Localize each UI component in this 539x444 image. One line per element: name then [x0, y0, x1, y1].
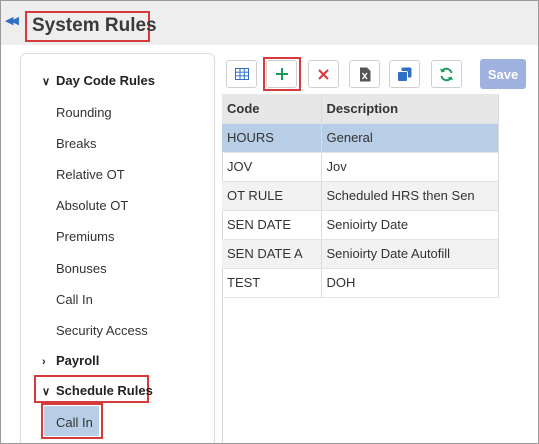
rules-table: Code Description HOURS General JOV Jov O… [222, 94, 499, 298]
excel-icon [359, 67, 370, 81]
sidebar-group-label: Payroll [56, 353, 100, 368]
sidebar-item-call-in[interactable]: Call In [56, 292, 93, 307]
export-excel-button[interactable] [349, 60, 380, 88]
cell-code: JOV [222, 152, 322, 182]
column-header-code[interactable]: Code [222, 94, 322, 124]
app-window: ◀◀ System Rules ∨ Day Code Rules Rounding… [0, 0, 539, 444]
chevron-down-icon: ∨ [42, 386, 51, 398]
cell-description: Senioirty Date Autofill [321, 239, 499, 269]
cell-description: Scheduled HRS then Sen [321, 181, 499, 211]
sidebar-item-rounding[interactable]: Rounding [56, 105, 112, 120]
add-button-highlight-box [263, 57, 301, 91]
table-row[interactable]: SEN DATE A Senioirty Date Autofill [222, 239, 499, 269]
save-button[interactable]: Save [480, 59, 526, 89]
sidebar-item-bonuses[interactable]: Bonuses [56, 261, 107, 276]
delete-button[interactable] [308, 60, 339, 88]
table-row[interactable]: HOURS General [222, 123, 499, 153]
table-row[interactable]: JOV Jov [222, 152, 499, 182]
cell-description: DOH [321, 268, 499, 298]
cell-description: General [321, 123, 499, 153]
copy-button[interactable] [389, 60, 420, 88]
grid-view-button[interactable] [226, 60, 257, 88]
sidebar-item-premiums[interactable]: Premiums [56, 229, 115, 244]
close-icon [318, 68, 329, 80]
sidebar-item-absolute-ot[interactable]: Absolute OT [56, 198, 128, 213]
cell-description: Jov [321, 152, 499, 182]
cell-code: HOURS [222, 123, 322, 153]
chevron-right-icon: › [42, 356, 46, 368]
collapse-left-icon[interactable]: ◀◀ [5, 15, 19, 27]
refresh-button[interactable] [431, 60, 462, 88]
sidebar-item-schedule-call-in[interactable]: Call In [56, 415, 93, 430]
sidebar-group-label: Day Code Rules [56, 73, 155, 88]
table-row[interactable]: TEST DOH [222, 268, 499, 298]
page-header: ◀◀ System Rules [1, 1, 538, 45]
cell-code: OT RULE [222, 181, 322, 211]
sidebar-group-schedule-rules[interactable]: ∨ Schedule Rules [42, 383, 153, 398]
cell-description: Senioirty Date [321, 210, 499, 240]
copy-icon [397, 67, 412, 82]
grid-icon [234, 68, 249, 80]
table-row[interactable]: SEN DATE Senioirty Date [222, 210, 499, 240]
sidebar-item-relative-ot[interactable]: Relative OT [56, 167, 125, 182]
sidebar-group-label: Schedule Rules [56, 383, 153, 398]
sidebar-group-payroll[interactable]: › Payroll [42, 353, 99, 368]
table-header-row: Code Description [222, 94, 499, 124]
sidebar-item-breaks[interactable]: Breaks [56, 136, 96, 151]
refresh-icon [440, 67, 453, 81]
chevron-down-icon: ∨ [42, 76, 51, 88]
cell-code: SEN DATE [222, 210, 322, 240]
table-row[interactable]: OT RULE Scheduled HRS then Sen [222, 181, 499, 211]
sidebar-group-day-code-rules[interactable]: ∨ Day Code Rules [42, 73, 155, 88]
column-header-description[interactable]: Description [321, 94, 499, 124]
cell-code: TEST [222, 268, 322, 298]
sidebar-item-security-access[interactable]: Security Access [56, 323, 148, 338]
page-title: System Rules [32, 15, 157, 36]
cell-code: SEN DATE A [222, 239, 322, 269]
